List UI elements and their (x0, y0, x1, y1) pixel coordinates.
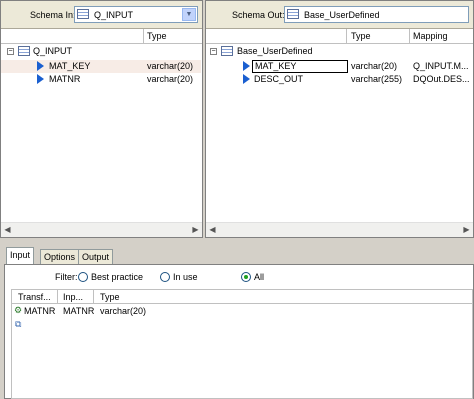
field-mapping: DQOut.DES... (413, 74, 470, 84)
field-name: MATNR (49, 74, 81, 84)
tree-row[interactable]: MAT_KEY varchar(20) (1, 60, 201, 73)
table-icon (287, 9, 299, 19)
column-arrow-icon (243, 61, 250, 71)
schema-out-panel: Schema Out: Base_UserDefined Type Mappin… (205, 0, 474, 238)
tree-root-label: Base_UserDefined (237, 46, 313, 56)
splitter[interactable] (0, 238, 474, 247)
tree-root[interactable]: − Base_UserDefined (206, 45, 472, 58)
scroll-left-icon[interactable]: ◀ (1, 224, 14, 236)
tree-row[interactable]: MATNR varchar(20) (1, 73, 201, 86)
radio-in-use[interactable] (160, 272, 170, 282)
horizontal-scrollbar[interactable]: ◀ ▶ (206, 222, 473, 237)
column-arrow-icon (37, 61, 44, 71)
schema-out-value: Base_UserDefined (304, 10, 380, 20)
field-type: varchar(20) (147, 74, 194, 84)
scroll-left-icon[interactable]: ◀ (206, 224, 219, 236)
table-icon (18, 46, 30, 56)
field-type: varchar(20) (147, 61, 194, 71)
schema-in-header: Schema In: Q_INPUT ▼ (1, 1, 202, 29)
schema-out-field[interactable]: Base_UserDefined (284, 6, 469, 23)
field-type: varchar(20) (351, 61, 398, 71)
chevron-down-icon[interactable]: ▼ (182, 8, 196, 21)
scroll-right-icon[interactable]: ▶ (189, 224, 202, 236)
table-row-new[interactable]: ⧉ (12, 319, 472, 332)
scroll-right-icon[interactable]: ▶ (460, 224, 473, 236)
grid-header: Transf... Inp... Type (12, 290, 472, 304)
col-type-header[interactable]: Type (351, 31, 371, 41)
tree-row[interactable]: DESC_OUT varchar(255) DQOut.DES... (206, 73, 472, 86)
col-transform-header[interactable]: Transf... (18, 292, 51, 302)
schema-in-panel: Schema In: Q_INPUT ▼ Type − Q_INPUT MAT_… (0, 0, 203, 238)
filter-label: Filter: (55, 272, 78, 282)
schema-in-dropdown[interactable]: Q_INPUT ▼ (74, 6, 198, 23)
field-name: MAT_KEY (49, 61, 91, 71)
type-value: varchar(20) (100, 306, 147, 316)
column-divider[interactable] (57, 290, 58, 303)
tab-output[interactable]: Output (78, 249, 114, 264)
transform-icon: ⚙ (14, 305, 23, 315)
col-type-header[interactable]: Type (100, 292, 120, 302)
input-tab-panel: Filter: Best practice In use All Transf.… (4, 264, 474, 399)
collapse-icon[interactable]: − (210, 48, 217, 55)
field-name: MAT_KEY (252, 60, 348, 73)
schema-in-value: Q_INPUT (94, 10, 134, 20)
schema-out-column-header: Type Mapping (206, 29, 473, 44)
column-divider[interactable] (93, 290, 94, 303)
schema-in-label: Schema In: (30, 10, 76, 20)
tree-root-label: Q_INPUT (33, 46, 73, 56)
radio-best-practice-label: Best practice (91, 272, 144, 282)
collapse-icon[interactable]: − (7, 48, 14, 55)
schema-out-header: Schema Out: Base_UserDefined (206, 1, 473, 29)
input-grid: Transf... Inp... Type ⚙ MATNR MATNR varc… (11, 289, 473, 399)
schema-in-column-header: Type (1, 29, 202, 44)
transform-value: MATNR (24, 306, 56, 316)
tab-options[interactable]: Options (40, 249, 80, 264)
field-name: DESC_OUT (254, 74, 304, 84)
column-arrow-icon (243, 74, 250, 84)
tree-root[interactable]: − Q_INPUT (1, 45, 201, 58)
radio-best-practice[interactable] (78, 272, 88, 282)
schema-out-label: Schema Out: (232, 10, 285, 20)
radio-in-use-label: In use (173, 272, 198, 282)
field-mapping: Q_INPUT.M... (413, 61, 469, 71)
column-divider[interactable] (409, 29, 410, 43)
table-row[interactable]: ⚙ MATNR MATNR varchar(20) (12, 305, 472, 318)
col-mapping-header[interactable]: Mapping (413, 31, 448, 41)
table-icon (221, 46, 233, 56)
tab-input[interactable]: Input (6, 247, 35, 265)
column-divider[interactable] (346, 29, 347, 43)
table-icon (77, 9, 89, 19)
col-type-header[interactable]: Type (147, 31, 167, 41)
horizontal-scrollbar[interactable]: ◀ ▶ (1, 222, 202, 237)
column-divider[interactable] (143, 29, 144, 43)
field-type: varchar(255) (351, 74, 403, 84)
col-input-header[interactable]: Inp... (63, 292, 83, 302)
radio-all[interactable] (241, 272, 251, 282)
new-row-icon: ⧉ (15, 319, 22, 329)
tree-row-selected[interactable]: MAT_KEY varchar(20) Q_INPUT.M... (206, 60, 472, 73)
column-arrow-icon (37, 74, 44, 84)
radio-all-label: All (254, 272, 265, 282)
input-value: MATNR (63, 306, 95, 316)
